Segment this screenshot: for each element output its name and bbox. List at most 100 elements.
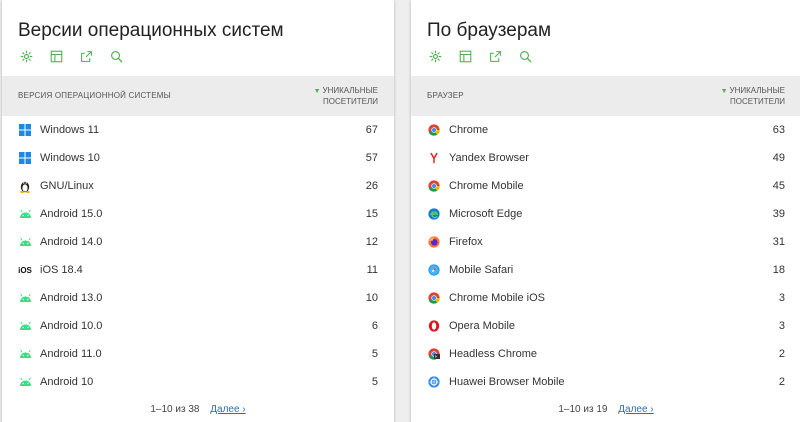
browser-next-page-link[interactable]: Далее › — [618, 404, 653, 415]
browser-table-header: Браузер ▼ Уникальные посетители — [411, 76, 800, 116]
os-table-row[interactable]: Android 11.0 5 — [2, 340, 394, 368]
android-icon — [18, 375, 32, 389]
os-row-value: 26 — [365, 180, 378, 192]
browser-table-row[interactable]: Chrome 63 — [411, 116, 800, 144]
browser-table-row[interactable]: Microsoft Edge 39 — [411, 200, 800, 228]
browser-table-row[interactable]: Headless Chrome 2 — [411, 340, 800, 368]
browser-table-row[interactable]: Opera Mobile 3 — [411, 312, 800, 340]
export-icon[interactable] — [78, 48, 94, 64]
os-pager-range: 1–10 из 38 — [150, 404, 200, 415]
os-card-title: Версии операционных систем — [18, 20, 284, 41]
os-next-page-link[interactable]: Далее › — [210, 404, 245, 415]
settings-gear-icon[interactable] — [427, 48, 443, 64]
android-icon — [18, 207, 32, 221]
edge-icon — [427, 207, 441, 221]
browser-pager-range: 1–10 из 19 — [558, 404, 608, 415]
huawei-browser-icon — [427, 375, 441, 389]
browser-table-row[interactable]: Mobile Safari 18 — [411, 256, 800, 284]
headless-chrome-icon — [427, 347, 441, 361]
browser-row-value: 49 — [772, 152, 785, 164]
os-table-row[interactable]: iOS iOS 18.4 11 — [2, 256, 394, 284]
browser-row-value: 39 — [772, 208, 785, 220]
os-table-row[interactable]: Android 15.0 15 — [2, 200, 394, 228]
os-table-row[interactable]: Android 10 5 — [2, 368, 394, 396]
browser-row-value: 2 — [778, 348, 785, 360]
os-table-row[interactable]: Android 14.0 12 — [2, 228, 394, 256]
windows-icon — [18, 123, 32, 137]
os-table-row[interactable]: Windows 10 57 — [2, 144, 394, 172]
os-row-label: Android 13.0 — [40, 292, 103, 304]
search-icon[interactable] — [517, 48, 533, 64]
browser-table-row[interactable]: Chrome Mobile iOS 3 — [411, 284, 800, 312]
browser-table-body: Chrome 63 Yandex Browser 49 Chrome Mobile 45 M… — [411, 116, 800, 396]
os-row-label: Windows 11 — [40, 124, 100, 136]
browser-table-row[interactable]: Chrome Mobile 45 — [411, 172, 800, 200]
search-icon[interactable] — [108, 48, 124, 64]
settings-gear-icon[interactable] — [18, 48, 34, 64]
os-row-label: Android 10.0 — [40, 320, 103, 332]
sort-desc-icon: ▼ — [313, 88, 321, 95]
os-column-header[interactable]: Версия операционной системы — [18, 91, 171, 100]
browser-row-value: 3 — [778, 292, 785, 304]
linux-icon — [18, 179, 32, 193]
table-view-icon[interactable] — [48, 48, 64, 64]
browsers-card: По браузерам Браузер ▼ Уникальные посетит… — [411, 0, 800, 422]
android-icon — [18, 291, 32, 305]
browser-row-value: 2 — [778, 376, 785, 388]
browser-card-toolbar — [427, 48, 533, 64]
browser-row-label: Chrome Mobile iOS — [449, 292, 545, 304]
browser-metric-column-header[interactable]: ▼ Уникальные посетители — [705, 86, 785, 107]
browser-row-value: 63 — [772, 124, 785, 136]
os-row-label: Android 14.0 — [40, 236, 103, 248]
os-table-row[interactable]: Android 10.0 6 — [2, 312, 394, 340]
browser-column-header[interactable]: Браузер — [427, 91, 464, 100]
os-table-header: Версия операционной системы ▼ Уникальные … — [2, 76, 394, 116]
os-row-value: 11 — [366, 264, 378, 276]
browser-row-label: Firefox — [449, 236, 483, 248]
browser-table-row[interactable]: Huawei Browser Mobile 2 — [411, 368, 800, 396]
os-row-label: Android 10 — [40, 376, 94, 388]
android-icon — [18, 319, 32, 333]
table-view-icon[interactable] — [457, 48, 473, 64]
os-row-value: 10 — [365, 292, 378, 304]
os-versions-card: Версии операционных систем Версия операц… — [2, 0, 394, 422]
browser-row-value: 3 — [778, 320, 785, 332]
os-row-label: iOS 18.4 — [40, 264, 83, 276]
os-table-row[interactable]: GNU/Linux 26 — [2, 172, 394, 200]
os-table-row[interactable]: Android 13.0 10 — [2, 284, 394, 312]
os-row-value: 15 — [365, 208, 378, 220]
browser-row-label: Huawei Browser Mobile — [449, 376, 565, 388]
browser-row-label: Chrome Mobile — [449, 180, 524, 192]
browser-row-label: Headless Chrome — [449, 348, 538, 360]
browser-row-value: 31 — [772, 236, 785, 248]
browser-row-label: Opera Mobile — [449, 320, 516, 332]
browser-card-title: По браузерам — [427, 20, 552, 41]
android-icon — [18, 235, 32, 249]
opera-icon — [427, 319, 441, 333]
browser-table-row[interactable]: Yandex Browser 49 — [411, 144, 800, 172]
android-icon — [18, 347, 32, 361]
sort-desc-icon: ▼ — [720, 88, 728, 95]
browser-row-value: 18 — [772, 264, 785, 276]
chrome-icon — [427, 179, 441, 193]
browser-pager: 1–10 из 19 Далее › — [411, 404, 800, 415]
os-card-toolbar — [18, 48, 124, 64]
os-table-row[interactable]: Windows 11 67 — [2, 116, 394, 144]
os-row-value: 12 — [365, 236, 378, 248]
os-row-label: Android 11.0 — [40, 348, 102, 360]
ios-icon: iOS — [18, 265, 32, 275]
chrome-icon — [427, 123, 441, 137]
browser-row-label: Mobile Safari — [449, 264, 514, 276]
chrome-icon — [427, 291, 441, 305]
safari-icon — [427, 263, 441, 277]
export-icon[interactable] — [487, 48, 503, 64]
os-metric-column-header[interactable]: ▼ Уникальные посетители — [298, 86, 378, 107]
os-row-value: 5 — [371, 348, 378, 360]
os-row-value: 6 — [371, 320, 378, 332]
os-row-value: 57 — [365, 152, 378, 164]
browser-table-row[interactable]: Firefox 31 — [411, 228, 800, 256]
os-row-value: 5 — [371, 376, 378, 388]
os-row-value: 67 — [365, 124, 378, 136]
yandex-icon — [427, 151, 441, 165]
os-row-label: Android 15.0 — [40, 208, 103, 220]
